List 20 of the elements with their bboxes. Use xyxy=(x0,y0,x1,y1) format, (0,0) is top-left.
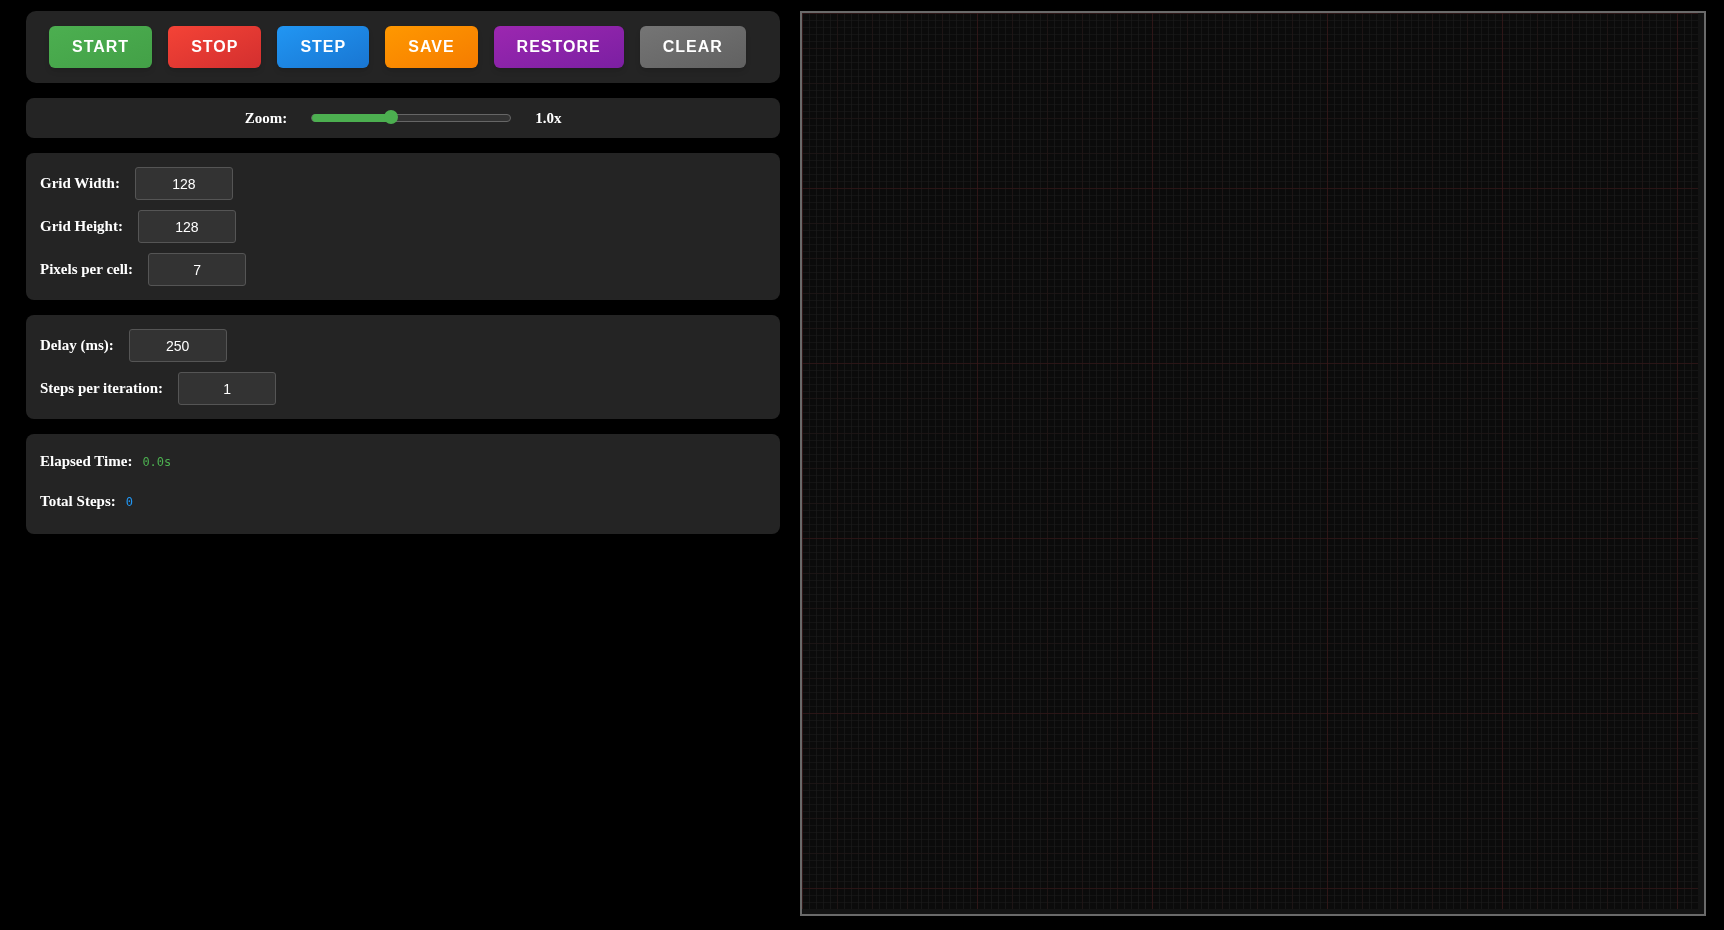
field-label: Grid Height: xyxy=(40,217,123,237)
clear-button[interactable]: CLEAR xyxy=(639,26,746,68)
zoom-value: 1.0x xyxy=(535,108,562,128)
number-input[interactable]: 7 xyxy=(148,253,247,286)
number-input[interactable]: 1 xyxy=(178,372,277,405)
number-input[interactable]: 128 xyxy=(137,210,236,243)
stat-value: 0 xyxy=(125,493,133,511)
stat-label: Total Steps: xyxy=(40,491,116,511)
field-label: Steps per iteration: xyxy=(40,379,164,399)
restore-button[interactable]: RESTORE xyxy=(493,26,624,68)
step-button[interactable]: STEP xyxy=(277,26,370,68)
stat-value: 0.0s xyxy=(142,454,172,471)
number-input[interactable]: 128 xyxy=(134,167,233,200)
field-label: Pixels per cell: xyxy=(40,260,134,280)
zoom-label: Zoom: xyxy=(244,108,288,128)
stat-label: Elapsed Time: xyxy=(40,452,133,471)
number-input[interactable]: 250 xyxy=(128,329,227,362)
stop-button[interactable]: STOP xyxy=(168,26,262,68)
field-label: Grid Width: xyxy=(40,174,120,194)
field-label: Delay (ms): xyxy=(40,336,114,356)
